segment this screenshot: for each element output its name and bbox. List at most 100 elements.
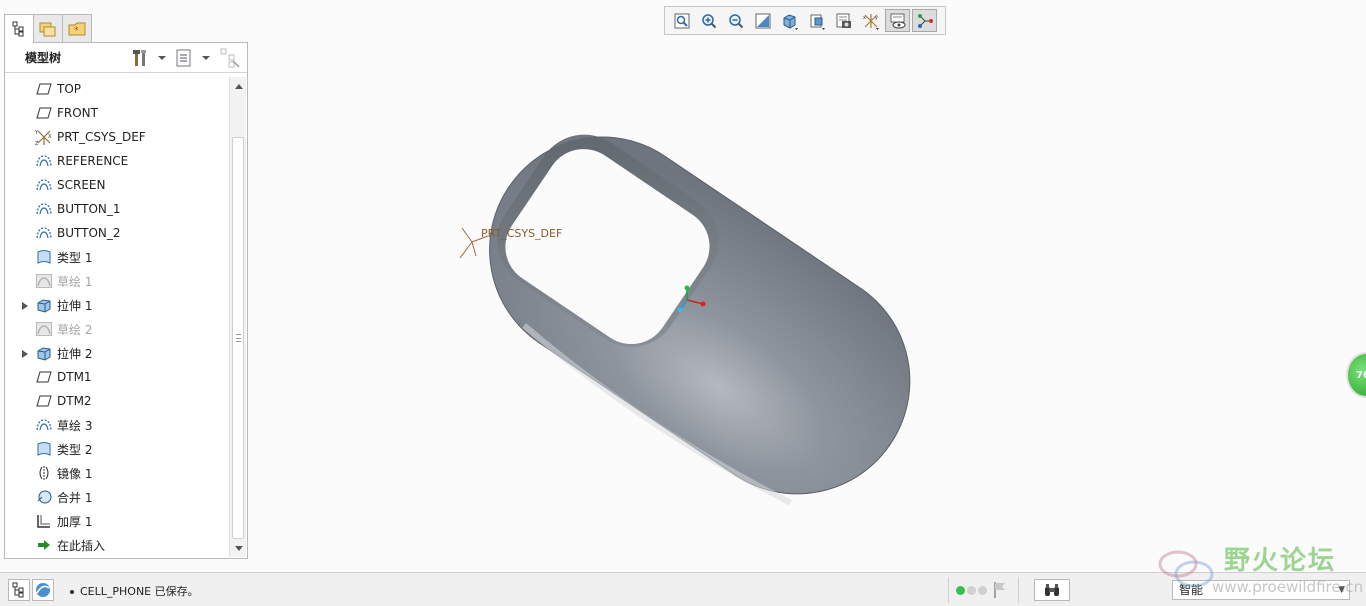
- navigator-icon: [12, 582, 24, 598]
- flag-button[interactable]: [992, 581, 1008, 602]
- toggle-navigator-button[interactable]: [8, 579, 30, 601]
- datum-display-button[interactable]: xy: [858, 9, 883, 32]
- extrude-icon: [35, 297, 53, 313]
- spin-center-button[interactable]: [912, 9, 937, 32]
- layers-tab[interactable]: [33, 14, 63, 42]
- annotation-display-button[interactable]: [885, 9, 910, 32]
- status-message: CELL_PHONE 已保存。: [70, 583, 199, 599]
- thicken-icon: [35, 513, 53, 529]
- tree-item-label: 草绘 3: [57, 418, 93, 433]
- tree-item[interactable]: BUTTON_2: [5, 221, 227, 245]
- tree-item-label: 草绘 2: [57, 322, 93, 337]
- chevron-down-icon: ▼: [1338, 585, 1345, 595]
- repaint-button[interactable]: [750, 9, 775, 32]
- tree-item-label: BUTTON_2: [57, 226, 121, 240]
- tree-filter-icon: [220, 48, 240, 68]
- view-manager-button[interactable]: [831, 9, 856, 32]
- refit-icon: [674, 13, 689, 28]
- graphics-viewport[interactable]: [250, 40, 1366, 570]
- spin-center-icon: [917, 13, 933, 28]
- zoom-in-icon: [701, 13, 716, 28]
- tree-item[interactable]: TOP: [5, 77, 227, 101]
- scroll-down-button[interactable]: [232, 541, 245, 555]
- show-options-button[interactable]: [175, 47, 211, 69]
- selection-filter-value: 智能: [1179, 583, 1204, 597]
- expand-arrow-icon[interactable]: [21, 300, 29, 310]
- model-tree-tab[interactable]: [4, 14, 34, 43]
- tree-item-label: 类型 2: [57, 442, 93, 457]
- tree-item[interactable]: 草绘 2: [5, 317, 227, 341]
- csys-label: PRT_CSYS_DEF: [481, 227, 563, 240]
- tree-scrollbar[interactable]: [229, 77, 246, 557]
- tree-item[interactable]: SCREEN: [5, 173, 227, 197]
- tree-item[interactable]: Y X Z PRT_CSYS_DEF: [5, 125, 227, 149]
- saved-views-button[interactable]: [804, 9, 829, 32]
- tree-item[interactable]: DTM2: [5, 389, 227, 413]
- boundary-blend-icon: [35, 441, 53, 457]
- status-bar: CELL_PHONE 已保存。 智能 ▼: [0, 572, 1366, 606]
- favorites-icon: *: [68, 22, 86, 36]
- tree-item[interactable]: BUTTON_1: [5, 197, 227, 221]
- tree-item[interactable]: 拉伸 1: [5, 293, 227, 317]
- selection-filter-select[interactable]: 智能 ▼: [1172, 580, 1350, 600]
- dropdown-arrow-icon: [202, 56, 210, 60]
- tree-settings-button[interactable]: [131, 47, 167, 69]
- tree-item-label: TOP: [57, 82, 82, 96]
- arrow-down-icon: [234, 545, 243, 551]
- tree-item-label: PRT_CSYS_DEF: [57, 130, 146, 144]
- model-tree-icon: [12, 21, 24, 37]
- view-manager-icon: [836, 13, 851, 28]
- tree-item-label: 草绘 1: [57, 274, 93, 289]
- tree-item[interactable]: 合并 1: [5, 485, 227, 509]
- tree-item[interactable]: FRONT: [5, 101, 227, 125]
- tree-filter-button[interactable]: [219, 47, 241, 69]
- browser-icon: [36, 583, 50, 597]
- flag-icon: [994, 582, 1005, 598]
- panel-title: 模型树: [25, 51, 62, 65]
- zoom-out-icon: [728, 13, 743, 28]
- creo-app-window: * 模型树 TOP FRONT Y X Z PRT_CSYS_DEF REFER…: [0, 0, 1366, 606]
- tree-item-label: 拉伸 2: [57, 346, 93, 361]
- tree-item[interactable]: 加厚 1: [5, 509, 227, 533]
- tree-item[interactable]: DTM1: [5, 365, 227, 389]
- tree-item[interactable]: 拉伸 2: [5, 341, 227, 365]
- display-style-icon: [783, 13, 798, 30]
- tree-item-label: 拉伸 1: [57, 298, 93, 313]
- expand-arrow-icon[interactable]: [21, 348, 29, 358]
- svg-text:*: *: [74, 26, 79, 36]
- zoom-in-button[interactable]: [696, 9, 721, 32]
- toggle-browser-button[interactable]: [32, 579, 54, 601]
- list-icon: [176, 49, 191, 67]
- favorites-tab[interactable]: *: [62, 14, 92, 42]
- tree-item[interactable]: 草绘 3: [5, 413, 227, 437]
- extrude-icon: [35, 345, 53, 361]
- datum-plane-icon: [35, 81, 53, 97]
- tree-item[interactable]: 类型 2: [5, 437, 227, 461]
- tree-item-label: 在此插入: [57, 538, 106, 553]
- tree-item[interactable]: 在此插入: [5, 533, 227, 557]
- sketch-icon: [35, 153, 53, 169]
- insert-here-arrow-icon: [35, 537, 53, 553]
- scroll-thumb[interactable]: [232, 137, 244, 539]
- tree-item[interactable]: 类型 1: [5, 245, 227, 269]
- display-style-button[interactable]: [777, 9, 802, 32]
- zoom-out-button[interactable]: [723, 9, 748, 32]
- model-tree: TOP FRONT Y X Z PRT_CSYS_DEF REFERENCE SCREEN BU…: [5, 77, 227, 557]
- tree-item[interactable]: REFERENCE: [5, 149, 227, 173]
- tree-item-label: DTM2: [57, 394, 92, 408]
- model-tree-panel: 模型树 TOP FRONT Y X Z PRT_CSYS_DEF REFEREN…: [4, 42, 248, 559]
- tree-item[interactable]: 镜像 1: [5, 461, 227, 485]
- sketch-hidden-icon: [35, 273, 53, 289]
- refit-button[interactable]: [669, 9, 694, 32]
- datum-plane-icon: [35, 369, 53, 385]
- tree-item-label: 镜像 1: [57, 466, 93, 481]
- tree-item[interactable]: 草绘 1: [5, 269, 227, 293]
- cell-phone-model[interactable]: [445, 94, 954, 540]
- status-light-icon: [978, 586, 987, 595]
- tree-item-label: BUTTON_1: [57, 202, 121, 216]
- scroll-up-button[interactable]: [232, 79, 245, 93]
- tree-item-label: DTM1: [57, 370, 92, 384]
- status-light-icon: [967, 586, 976, 595]
- find-button[interactable]: [1034, 579, 1070, 601]
- repaint-icon: [755, 13, 770, 28]
